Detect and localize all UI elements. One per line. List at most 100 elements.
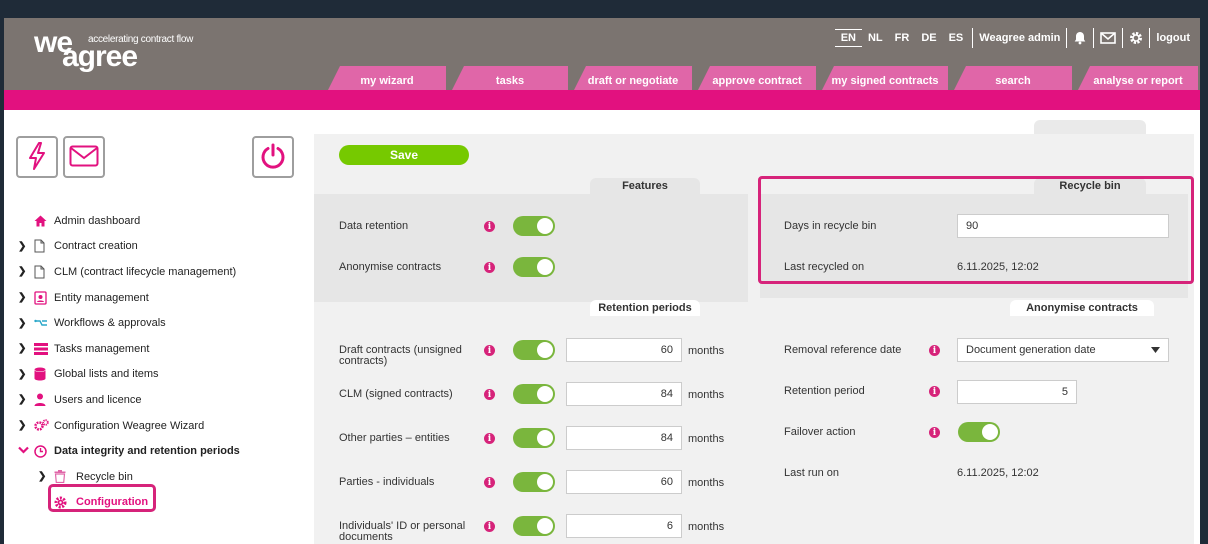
document-icon xyxy=(34,265,54,279)
messages-button[interactable] xyxy=(63,136,105,178)
menu-item-clm[interactable]: ❯ CLM (contract lifecycle management) xyxy=(18,259,308,285)
menu-item-workflows[interactable]: ❯ Workflows & approvals xyxy=(18,310,308,336)
other-parties-toggle[interactable] xyxy=(513,428,555,448)
lang-fr[interactable]: FR xyxy=(889,30,916,46)
info-icon[interactable]: i xyxy=(929,386,940,397)
failover-action-label: Failover action xyxy=(784,426,856,438)
chevron-right-icon: ❯ xyxy=(18,317,27,329)
tab-draft-or-negotiate[interactable]: draft or negotiate xyxy=(574,66,692,90)
tab-tasks[interactable]: tasks xyxy=(452,66,568,90)
brand-bar xyxy=(4,90,1200,110)
menu-item-admin-dashboard[interactable]: Admin dashboard xyxy=(18,208,308,234)
chevron-right-icon: ❯ xyxy=(18,292,27,304)
envelope-icon xyxy=(69,145,99,170)
info-icon[interactable]: i xyxy=(484,389,495,400)
info-icon[interactable]: i xyxy=(484,477,495,488)
unit-label: months xyxy=(688,521,725,533)
data-retention-label: Data retention xyxy=(339,220,409,232)
tab-label: my signed contracts xyxy=(831,75,939,87)
sidebar: Admin dashboard ❯ Contract creation ❯ CL… xyxy=(4,110,314,544)
other-parties-label: Other parties – entities xyxy=(339,432,450,444)
menu-item-global-lists[interactable]: ❯ Global lists and items xyxy=(18,362,308,388)
info-icon[interactable]: i xyxy=(484,433,495,444)
individuals-id-toggle[interactable] xyxy=(513,516,555,536)
chevron-right-icon: ❯ xyxy=(18,394,27,406)
tab-approve-contract[interactable]: approve contract xyxy=(698,66,816,90)
menu-label: Entity management xyxy=(54,291,149,304)
quick-action-button[interactable] xyxy=(16,136,58,178)
menu-label: Contract creation xyxy=(54,240,138,253)
data-retention-toggle[interactable] xyxy=(513,216,555,236)
removal-reference-select[interactable]: Document generation date xyxy=(957,338,1169,362)
menu-label: Configuration Weagree Wizard xyxy=(54,419,205,432)
info-icon[interactable]: i xyxy=(484,345,495,356)
mail-icon[interactable] xyxy=(1097,32,1119,44)
tab-label: analyse or report xyxy=(1093,75,1183,87)
user-name-link[interactable]: Weagree admin xyxy=(976,32,1063,44)
contact-card-icon xyxy=(34,290,54,305)
menu-label: Data integrity and retention periods xyxy=(54,445,240,458)
clm-signed-input[interactable]: 84 xyxy=(566,382,682,406)
retention-period-input[interactable]: 5 xyxy=(957,380,1077,404)
menu-item-users-licence[interactable]: ❯ Users and licence xyxy=(18,387,308,413)
logout-link[interactable]: logout xyxy=(1153,32,1200,44)
lang-nl[interactable]: NL xyxy=(862,30,889,46)
menu-label: Users and licence xyxy=(54,393,142,406)
logo-agree: agree xyxy=(62,40,138,73)
info-icon[interactable]: i xyxy=(484,521,495,532)
trash-icon xyxy=(54,470,76,484)
draft-contracts-input[interactable]: 60 xyxy=(566,338,682,362)
lang-es[interactable]: ES xyxy=(943,30,970,46)
gears-icon xyxy=(34,419,54,433)
parties-individuals-input[interactable]: 60 xyxy=(566,470,682,494)
other-parties-input[interactable]: 84 xyxy=(566,426,682,450)
info-icon[interactable]: i xyxy=(484,221,495,232)
menu-item-configuration-wizard[interactable]: ❯ Configuration Weagree Wizard xyxy=(18,413,308,439)
anonymise-contracts-toggle[interactable] xyxy=(513,257,555,277)
menu-item-tasks-management[interactable]: ❯ Tasks management xyxy=(18,336,308,362)
user-icon xyxy=(34,393,54,407)
menu-label: CLM (contract lifecycle management) xyxy=(54,265,237,278)
draft-contracts-toggle[interactable] xyxy=(513,340,555,360)
tab-analyse-or-report[interactable]: analyse or report xyxy=(1078,66,1198,90)
tab-my-wizard[interactable]: my wizard xyxy=(328,66,446,90)
unit-label: months xyxy=(688,389,725,401)
individuals-id-input[interactable]: 6 xyxy=(566,514,682,538)
save-button[interactable]: Save xyxy=(339,145,469,165)
clm-signed-label: CLM (signed contracts) xyxy=(339,388,453,400)
power-button[interactable] xyxy=(252,136,294,178)
settings-gear-icon[interactable] xyxy=(1126,31,1146,45)
clm-signed-toggle[interactable] xyxy=(513,384,555,404)
lang-en[interactable]: EN xyxy=(834,29,862,47)
info-icon[interactable]: i xyxy=(484,262,495,273)
caret-down-icon xyxy=(1151,344,1160,356)
database-icon xyxy=(34,367,54,381)
bell-icon[interactable] xyxy=(1070,31,1090,45)
last-run-value: 6.11.2025, 12:02 xyxy=(957,467,1039,479)
divider xyxy=(1066,28,1068,48)
menu-label: Workflows & approvals xyxy=(54,317,166,330)
retention-period-label: Retention period xyxy=(784,385,865,397)
menu-item-contract-creation[interactable]: ❯ Contract creation xyxy=(18,234,308,260)
lang-de[interactable]: DE xyxy=(915,30,942,46)
header: we agree accelerating contract flow EN N… xyxy=(4,18,1200,90)
info-icon[interactable]: i xyxy=(929,427,940,438)
tab-label: approve contract xyxy=(712,75,802,87)
divider xyxy=(1149,28,1151,48)
parties-individuals-toggle[interactable] xyxy=(513,472,555,492)
menu-item-entity-management[interactable]: ❯ Entity management xyxy=(18,285,308,311)
admin-menu: Admin dashboard ❯ Contract creation ❯ CL… xyxy=(18,208,308,515)
list-icon xyxy=(34,342,54,356)
power-icon xyxy=(260,143,286,172)
top-links: EN NL FR DE ES Weagree admin logout xyxy=(834,28,1200,48)
info-icon[interactable]: i xyxy=(929,345,940,356)
features-section: Data retention i Anonymise contracts i xyxy=(314,194,748,302)
menu-item-data-integrity[interactable]: Data integrity and retention periods xyxy=(18,438,308,464)
tab-search[interactable]: search xyxy=(954,66,1072,90)
parties-individuals-label: Parties - individuals xyxy=(339,476,435,488)
chevron-right-icon: ❯ xyxy=(18,420,27,432)
tab-my-signed-contracts[interactable]: my signed contracts xyxy=(822,66,948,90)
last-run-label: Last run on xyxy=(784,467,840,479)
unit-label: months xyxy=(688,477,725,489)
failover-action-toggle[interactable] xyxy=(958,422,1000,442)
